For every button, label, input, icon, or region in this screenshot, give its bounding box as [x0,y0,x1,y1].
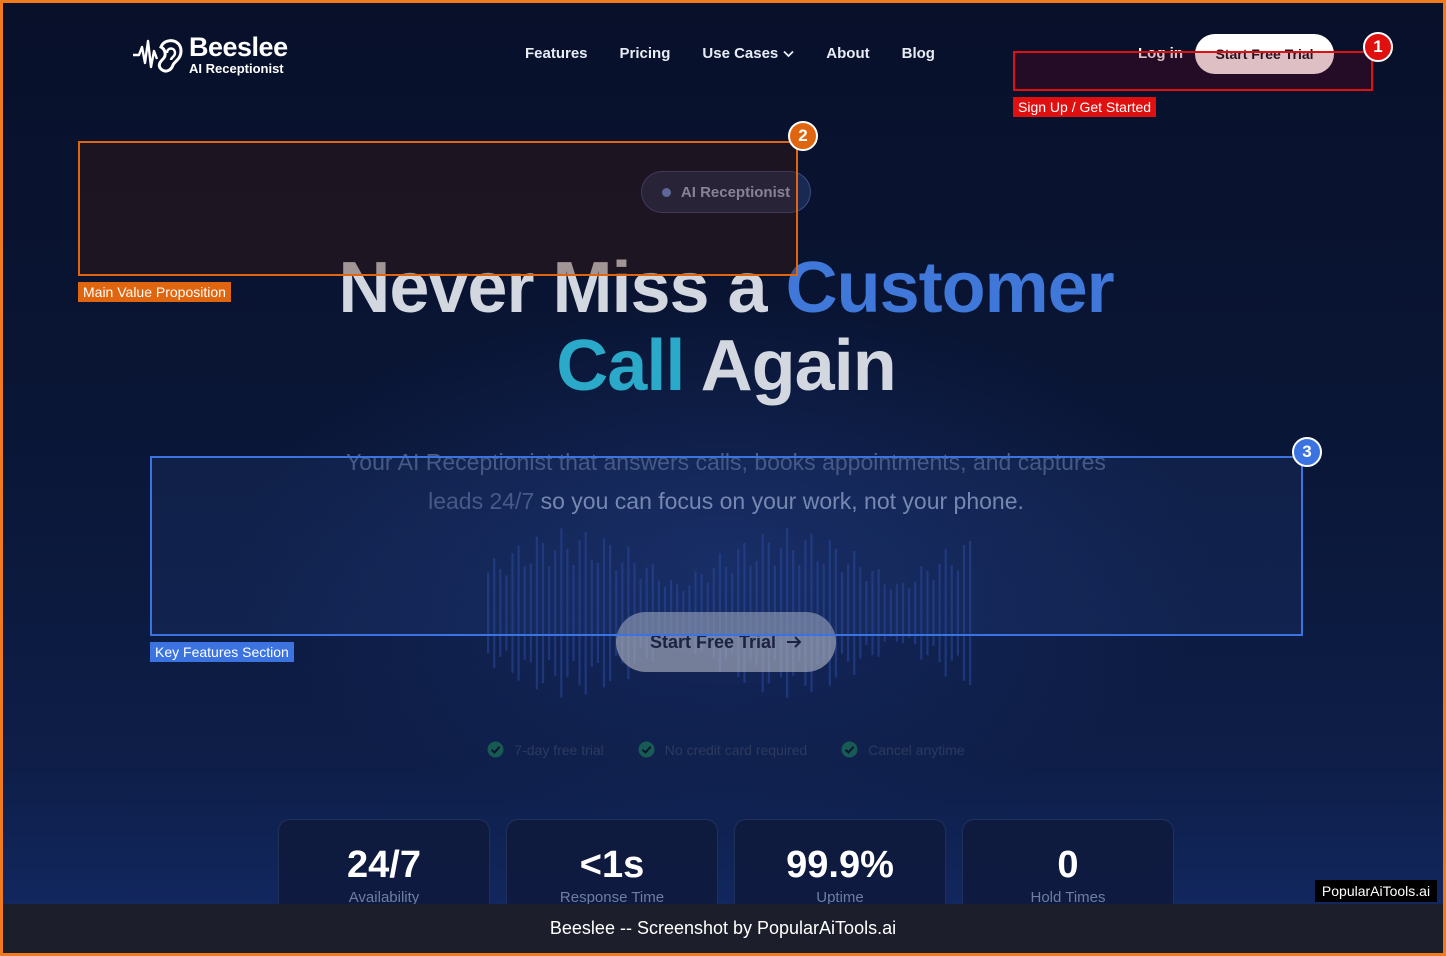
annotation-label-3: Key Features Section [150,642,294,662]
annotation-number-1: 1 [1363,32,1393,62]
main-nav: Features Pricing Use Cases About Blog [525,45,935,62]
check-item: No credit card required [638,741,807,758]
stat-value: 24/7 [347,844,421,886]
stat-value: 0 [1057,844,1079,886]
arrow-right-icon [787,636,802,648]
nav-use-cases-label: Use Cases [702,45,779,62]
headline-part-2: Customer [785,248,1115,328]
check-item: Cancel anytime [841,741,965,758]
nav-features[interactable]: Features [525,45,588,62]
watermark: PopularAiTools.ai [1315,880,1437,902]
annotation-box-2 [78,141,798,276]
annotation-label-1: Sign Up / Get Started [1013,97,1157,117]
nav-blog[interactable]: Blog [902,45,935,62]
chevron-down-icon [783,50,794,57]
annotation-number-3: 3 [1292,437,1322,467]
hero-checks: 7-day free trial No credit card required… [3,741,1443,758]
check-circle-icon [638,741,655,758]
annotation-box-1 [1013,51,1373,91]
nav-about[interactable]: About [826,45,869,62]
stat-value: <1s [579,844,645,886]
check-label: Cancel anytime [868,741,965,758]
ear-soundwave-icon [133,39,183,73]
brand-logo[interactable]: Beeslee AI Receptionist [131,31,288,77]
check-label: No credit card required [664,741,808,758]
brand-name: Beeslee [189,31,288,62]
annotation-label-2: Main Value Proposition [78,282,231,302]
check-circle-icon [487,741,504,758]
stat-value: 99.9% [786,844,894,886]
check-item: 7-day free trial [487,741,604,758]
check-circle-icon [841,741,858,758]
brand-tagline: AI Receptionist [189,60,284,76]
annotation-number-2: 2 [788,121,818,151]
headline-part-4: Again [684,326,897,406]
nav-pricing[interactable]: Pricing [620,45,671,62]
check-label: 7-day free trial [514,741,604,758]
nav-use-cases[interactable]: Use Cases [702,45,794,62]
page-frame: Beeslee AI Receptionist Features Pricing… [0,0,1446,956]
screenshot-caption: Beeslee -- Screenshot by PopularAiTools.… [3,904,1443,953]
headline-part-3: Call [556,326,685,406]
annotation-box-3 [150,456,1303,636]
